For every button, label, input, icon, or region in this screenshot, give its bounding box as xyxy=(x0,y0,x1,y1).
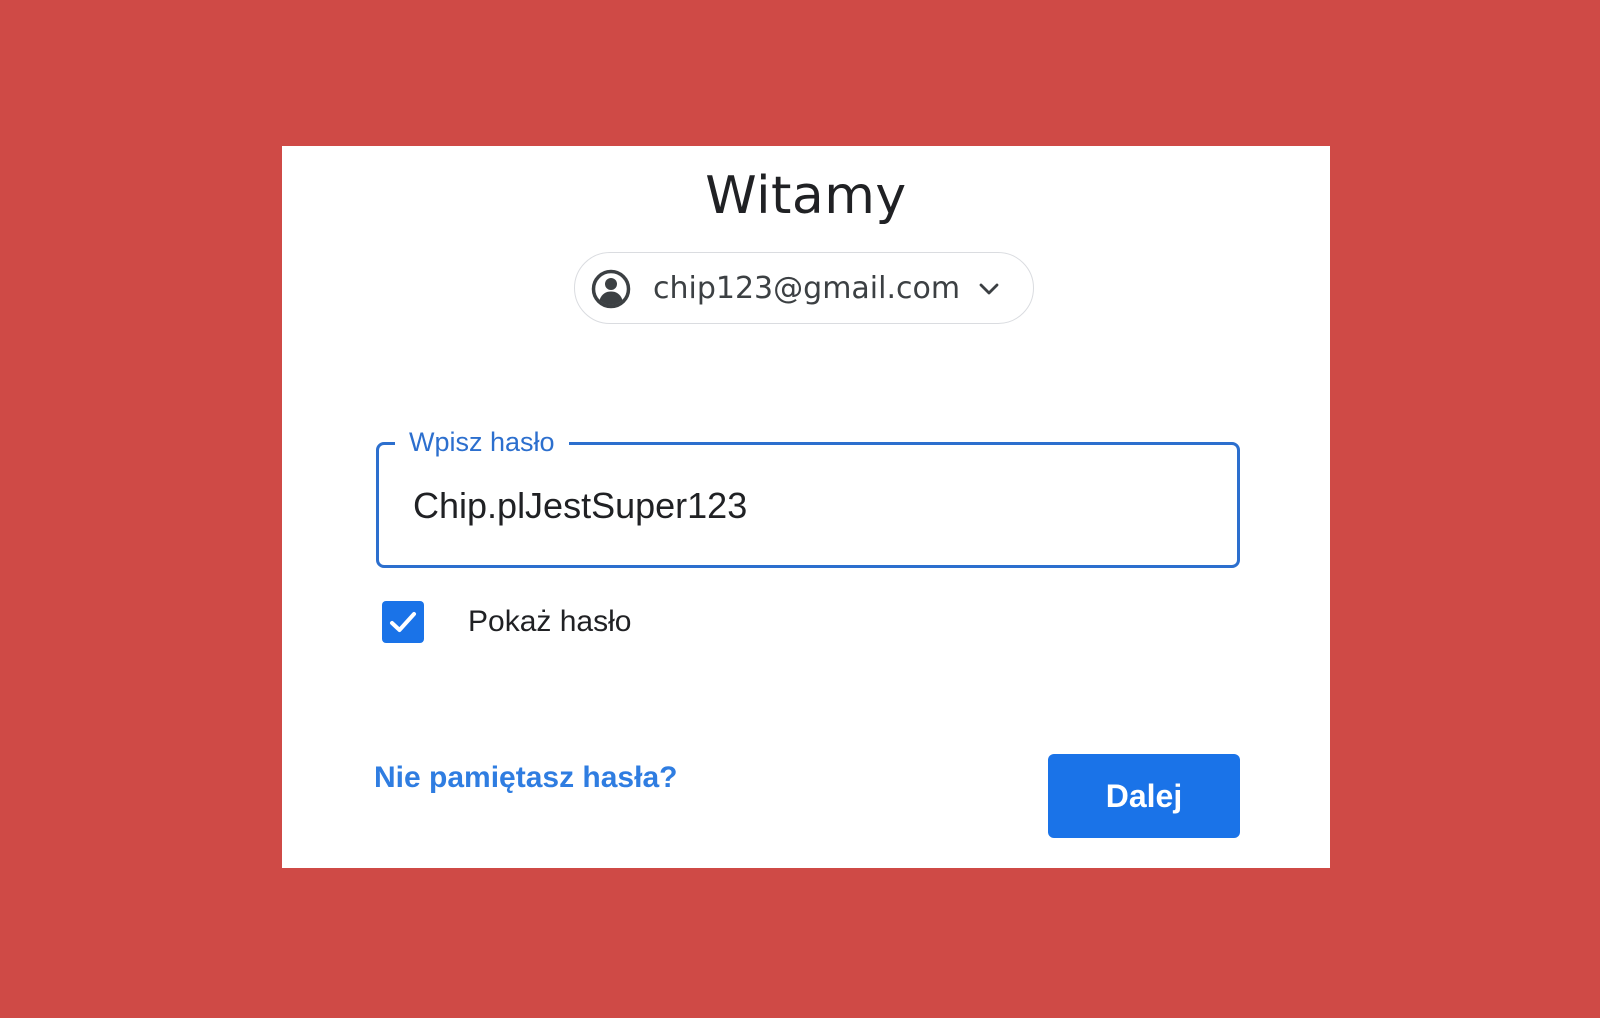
checkmark-icon xyxy=(390,612,416,632)
sign-in-card: Witamy chip123@gmail.com Wpisz hasło Pok… xyxy=(282,146,1330,868)
forgot-password-link[interactable]: Nie pamiętasz hasła? xyxy=(374,760,677,796)
account-chooser[interactable]: chip123@gmail.com xyxy=(574,252,1034,324)
account-email: chip123@gmail.com xyxy=(653,271,961,306)
password-input[interactable] xyxy=(413,483,1193,529)
next-button[interactable]: Dalej xyxy=(1048,754,1240,838)
page-title: Witamy xyxy=(705,166,907,226)
show-password-checkbox[interactable] xyxy=(382,601,424,643)
password-field-label: Wpisz hasło xyxy=(395,425,569,459)
show-password-row: Pokaż hasło xyxy=(382,600,631,644)
password-field[interactable]: Wpisz hasło xyxy=(376,425,1240,568)
show-password-label[interactable]: Pokaż hasło xyxy=(468,604,631,640)
chevron-down-icon[interactable] xyxy=(977,277,1001,301)
account-circle-icon xyxy=(591,269,631,309)
